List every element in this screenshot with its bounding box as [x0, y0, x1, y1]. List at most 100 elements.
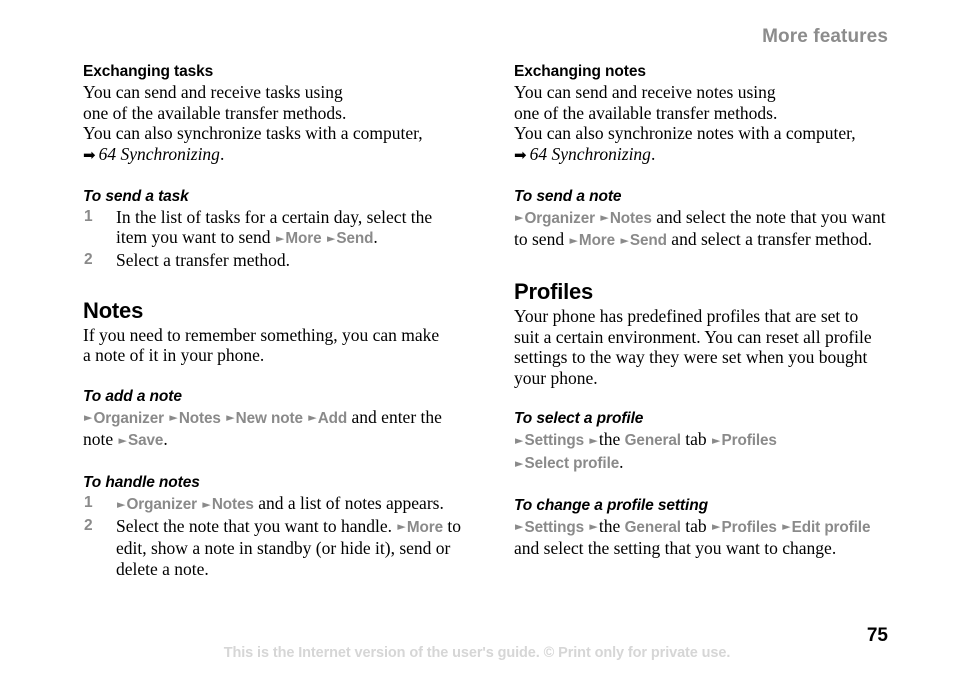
ui-term-send[interactable]: Send	[630, 232, 667, 249]
triangle-marker-icon: ►	[515, 520, 524, 534]
triangle-marker-icon: ►	[202, 497, 211, 511]
triangle-marker-icon: ►	[569, 233, 578, 247]
ui-term-more[interactable]: More	[579, 232, 615, 249]
ui-term-profiles[interactable]: Profiles	[722, 519, 777, 536]
triangle-marker-icon: ►	[515, 433, 524, 447]
ui-term-notes[interactable]: Notes	[212, 496, 254, 513]
step-item: 2 Select the note that you want to handle…	[83, 516, 463, 580]
triangle-marker-icon: ►	[589, 433, 598, 447]
section-exchanging-notes: Exchanging notes You can send and receiv…	[514, 62, 894, 166]
triangle-marker-icon: ►	[118, 433, 127, 447]
step-text: Select a transfer method.	[116, 250, 290, 271]
triangle-marker-icon: ►	[712, 433, 721, 447]
step-number: 1	[84, 207, 93, 225]
triangle-marker-icon: ►	[589, 520, 598, 534]
heading-to-send-a-task: To send a task	[83, 187, 189, 205]
ui-term-save[interactable]: Save	[128, 432, 163, 449]
exchanging-notes-line-3: You can also synchronize notes with a co…	[514, 123, 856, 144]
cross-reference-link[interactable]: 64 Synchronizing	[99, 144, 220, 164]
step-item: 1 ►Organizer ►Notes and a list of notes a…	[83, 493, 463, 516]
ui-term-organizer[interactable]: Organizer	[93, 410, 164, 427]
heading-exchanging-notes: Exchanging notes	[514, 63, 646, 80]
connector-the: the	[598, 429, 621, 450]
paragraph-exchanging-notes: You can send and receive notes using one…	[514, 82, 894, 166]
step-number: 1	[84, 494, 93, 512]
step-text: Select the note that you want to handle.	[116, 515, 397, 536]
ui-term-send[interactable]: Send	[336, 230, 373, 247]
cross-reference-link[interactable]: 64 Synchronizing	[530, 144, 651, 164]
ui-term-notes[interactable]: Notes	[610, 210, 652, 227]
step-item: 1 In the list of tasks for a certain day,…	[83, 207, 463, 250]
ui-term-edit-profile[interactable]: Edit profile	[792, 519, 871, 536]
step-number: 2	[84, 516, 93, 534]
triangle-marker-icon: ►	[515, 211, 524, 225]
ui-term-settings[interactable]: Settings	[524, 519, 584, 536]
paragraph-profiles: Your phone has predefined profiles that …	[514, 306, 894, 388]
ui-term-new-note[interactable]: New note	[236, 410, 303, 427]
ui-term-select-profile[interactable]: Select profile	[524, 455, 619, 472]
triangle-marker-icon: ►	[117, 497, 126, 511]
heading-to-change-a-profile-setting: To change a profile setting	[514, 496, 708, 514]
right-column: Exchanging notes You can send and receiv…	[514, 62, 894, 559]
heading-notes: Notes	[83, 297, 144, 323]
triangle-marker-icon: ►	[226, 411, 235, 425]
heading-to-add-a-note: To add a note	[83, 387, 182, 405]
paragraph-to-add-a-note: ►Organizer ►Notes ►New note ►Add and ent…	[83, 407, 463, 452]
ui-term-more[interactable]: More	[407, 519, 443, 536]
profiles-line-4: your phone.	[514, 367, 598, 388]
profiles-line-3: settings to the way they were set when y…	[514, 347, 868, 368]
triangle-marker-icon: ►	[84, 411, 93, 425]
paragraph-to-send-a-note: ►Organizer ►Notes and select the note th…	[514, 207, 894, 252]
to-send-a-note-text-end: and select a transfer method.	[666, 229, 872, 250]
step-text: and a list of notes appears.	[253, 493, 444, 514]
heading-profiles: Profiles	[514, 279, 594, 305]
triangle-marker-icon: ►	[169, 411, 178, 425]
exchanging-tasks-line-1: You can send and receive tasks using	[83, 82, 343, 102]
triangle-marker-icon: ►	[275, 231, 285, 245]
arrow-right-icon: ➡	[83, 146, 96, 165]
triangle-marker-icon: ►	[326, 231, 336, 245]
to-change-a-profile-setting-end-text: and select the setting that you want to …	[514, 538, 837, 559]
ui-term-notes[interactable]: Notes	[179, 410, 221, 427]
ui-term-add[interactable]: Add	[318, 410, 348, 427]
triangle-marker-icon: ►	[600, 211, 609, 225]
steps-to-send-a-task: 1 In the list of tasks for a certain day,…	[83, 207, 463, 271]
arrow-right-icon: ➡	[514, 146, 527, 165]
ui-term-more[interactable]: More	[285, 230, 321, 247]
exchanging-notes-line-1: You can send and receive notes using	[514, 82, 776, 102]
section-to-send-a-note: To send a note ►Organizer ►Notes and sel…	[514, 187, 894, 252]
triangle-marker-icon: ►	[782, 520, 791, 534]
connector-tab: tab	[685, 515, 707, 536]
ui-term-organizer[interactable]: Organizer	[126, 496, 197, 513]
footer-disclaimer: This is the Internet version of the user…	[223, 645, 731, 661]
triangle-marker-icon: ►	[515, 456, 524, 470]
profiles-line-2: suit a certain environment. You can rese…	[514, 326, 872, 347]
exchanging-tasks-line-2: one of the available transfer methods.	[83, 102, 347, 123]
ui-term-profiles[interactable]: Profiles	[722, 432, 777, 449]
triangle-marker-icon: ►	[308, 411, 317, 425]
paragraph-notes: If you need to remember something, you c…	[83, 325, 463, 366]
left-column: Exchanging tasks You can send and receiv…	[83, 62, 463, 579]
notes-line-2: a note of it in your phone.	[83, 345, 265, 366]
ui-term-general[interactable]: General	[625, 519, 681, 536]
paragraph-exchanging-tasks: You can send and receive tasks using one…	[83, 82, 463, 166]
paragraph-to-select-a-profile: ►Settings ►the General tab ►Profiles ►Sel…	[514, 429, 894, 474]
ui-term-general[interactable]: General	[625, 432, 681, 449]
ui-term-organizer[interactable]: Organizer	[524, 210, 595, 227]
to-select-a-profile-end-text: .	[619, 452, 624, 473]
to-add-a-note-end-text: .	[163, 429, 168, 450]
section-to-select-a-profile: To select a profile ►Settings ►the Gener…	[514, 409, 894, 474]
steps-to-handle-notes: 1 ►Organizer ►Notes and a list of notes a…	[83, 493, 463, 579]
section-to-handle-notes: To handle notes 1 ►Organizer ►Notes and a…	[83, 473, 463, 579]
section-to-change-a-profile-setting: To change a profile setting ►Settings ►t…	[514, 496, 894, 559]
triangle-marker-icon: ►	[397, 520, 406, 534]
ui-term-settings[interactable]: Settings	[524, 432, 584, 449]
notes-line-1: If you need to remember something, you c…	[83, 324, 440, 345]
cross-reference-period: .	[219, 143, 225, 164]
